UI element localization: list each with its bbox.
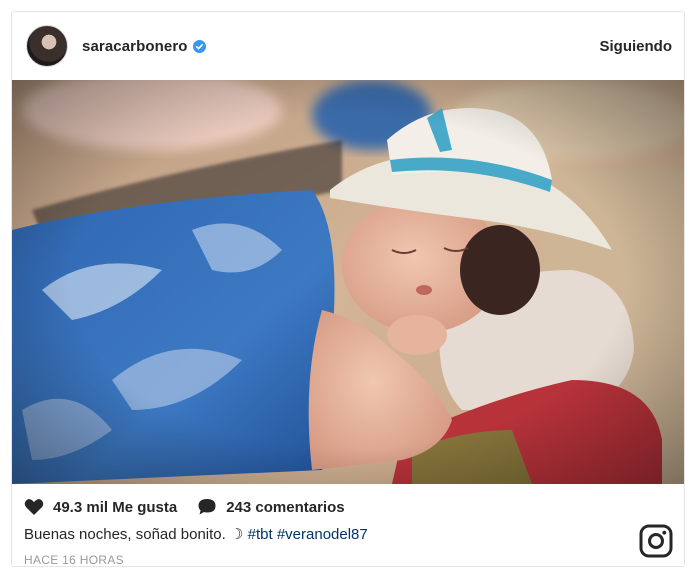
engagement-stats: 49.3 mil Me gusta 243 comentarios [24, 498, 672, 516]
likes-count[interactable]: 49.3 mil Me gusta [24, 498, 177, 516]
post-header: saracarbonero Siguiendo [12, 12, 684, 80]
username-link[interactable]: saracarbonero [82, 38, 188, 55]
heart-icon[interactable] [24, 498, 44, 516]
comment-bubble-icon[interactable] [197, 498, 217, 516]
post-caption: Buenas noches, soñad bonito. ☽ #tbt #ver… [24, 525, 672, 543]
post-timestamp[interactable]: HACE 16 HORAS [24, 553, 672, 566]
hashtag-veranodel87[interactable]: #veranodel87 [277, 526, 368, 543]
instagram-post-card: saracarbonero Siguiendo 49.3 mil Me gust… [11, 11, 685, 567]
likes-label: 49.3 mil Me gusta [53, 498, 178, 516]
instagram-logo-icon[interactable] [639, 524, 673, 558]
verified-badge-icon [192, 39, 206, 53]
post-photo[interactable] [12, 80, 684, 484]
following-button[interactable]: Siguiendo [600, 38, 673, 55]
post-footer: 49.3 mil Me gusta 243 comentarios Buenas… [12, 484, 684, 566]
comments-label: 243 comentarios [226, 498, 345, 516]
caption-text: Buenas noches, soñad bonito. [24, 526, 226, 543]
avatar[interactable] [26, 25, 68, 67]
hashtag-tbt[interactable]: #tbt [248, 526, 273, 543]
crescent-moon-icon: ☽ [230, 526, 244, 543]
comments-count[interactable]: 243 comentarios [197, 498, 345, 516]
